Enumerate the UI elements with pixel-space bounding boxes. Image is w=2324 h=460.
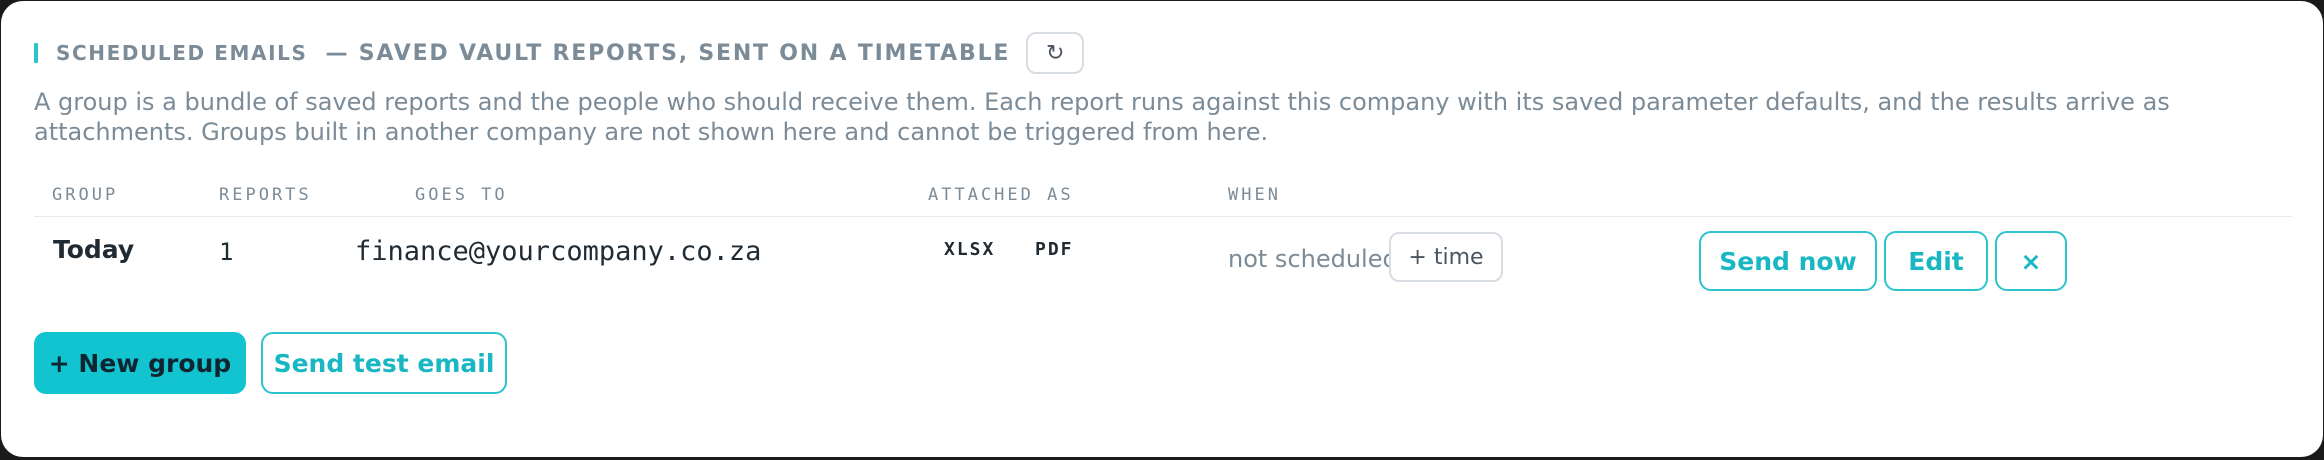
section-title: SCHEDULED EMAILS [56, 41, 308, 65]
section-description: A group is a bundle of saved reports and… [34, 88, 2170, 146]
close-icon: × [2020, 246, 2042, 276]
delete-button[interactable]: × [1995, 231, 2067, 291]
column-header-reports: REPORTS [219, 185, 312, 205]
format-badge-xlsx: XLSX [944, 239, 996, 260]
refresh-button[interactable]: ↻ [1026, 32, 1085, 74]
column-header-when: WHEN [1228, 185, 1281, 205]
edit-button[interactable]: Edit [1884, 231, 1988, 291]
scheduled-emails-card: SCHEDULED EMAILS — SAVED VAULT REPORTS, … [1, 1, 2323, 457]
send-now-button[interactable]: Send now [1699, 231, 1877, 291]
reports-count: 1 [219, 238, 234, 266]
recipient-email: finance@yourcompany.co.za [355, 236, 762, 267]
format-badge-pdf: PDF [1035, 239, 1074, 260]
group-name: Today [53, 235, 135, 264]
section-header: SCHEDULED EMAILS — SAVED VAULT REPORTS, … [34, 31, 1085, 75]
table-divider [34, 216, 2292, 217]
column-header-goes-to: GOES TO [415, 185, 508, 205]
section-subtitle: — SAVED VAULT REPORTS, SENT ON A TIMETAB… [325, 40, 1011, 66]
column-header-attached-as: ATTACHED AS [928, 185, 1074, 205]
send-test-email-button[interactable]: Send test email [261, 332, 507, 394]
column-header-group: GROUP [52, 185, 119, 205]
accent-bar [34, 43, 38, 63]
new-group-button[interactable]: + New group [34, 332, 246, 394]
schedule-status: not scheduled [1228, 245, 1398, 273]
refresh-icon: ↻ [1046, 40, 1065, 66]
add-time-button[interactable]: + time [1389, 232, 1503, 282]
